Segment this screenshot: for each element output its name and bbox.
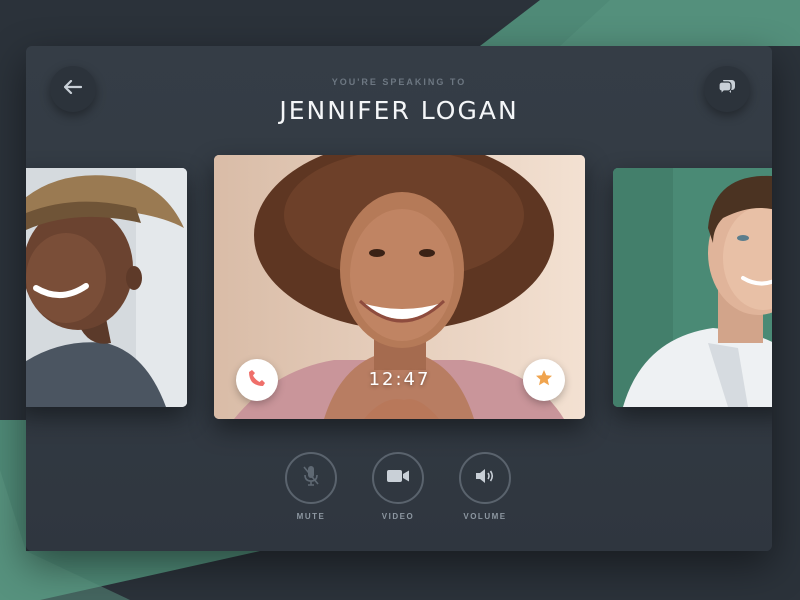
speaking-to-label: YOU'RE SPEAKING TO xyxy=(331,77,467,87)
speaker-icon xyxy=(475,468,495,489)
active-participant-card: 12:47 xyxy=(214,155,585,419)
participant-photo xyxy=(26,168,187,407)
mute-button[interactable] xyxy=(285,452,337,504)
microphone-muted-icon xyxy=(302,465,320,492)
participant-photo xyxy=(613,168,772,407)
call-panel: YOU'RE SPEAKING TO JENNIFER LOGAN 12:47 … xyxy=(26,46,772,551)
volume-button[interactable] xyxy=(459,452,511,504)
mute-control: MUTE xyxy=(271,452,351,521)
volume-control: VOLUME xyxy=(445,452,525,521)
favorite-button[interactable] xyxy=(523,359,565,401)
caller-name: JENNIFER LOGAN xyxy=(279,96,519,125)
participant-card-left[interactable] xyxy=(26,168,187,407)
chat-bubbles-icon xyxy=(718,79,736,100)
video-button[interactable] xyxy=(372,452,424,504)
video-control: VIDEO xyxy=(358,452,438,521)
star-icon xyxy=(535,369,553,392)
video-camera-icon xyxy=(386,469,410,488)
video-label: VIDEO xyxy=(381,512,415,521)
participant-card-right[interactable] xyxy=(613,168,772,407)
mute-label: MUTE xyxy=(296,512,326,521)
chat-button[interactable] xyxy=(704,66,750,112)
volume-label: VOLUME xyxy=(463,512,507,521)
